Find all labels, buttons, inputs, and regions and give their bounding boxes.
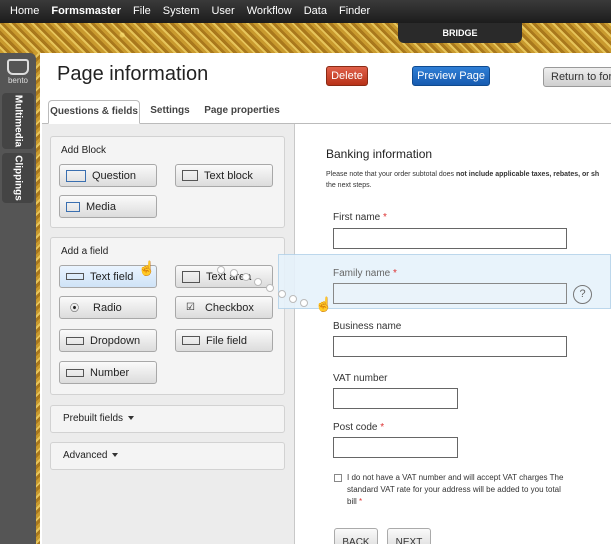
drag-trail-dot [278,290,286,298]
file-field-icon [182,336,200,345]
first-name-label: First name * [333,212,387,223]
media-icon [66,201,80,212]
media-button[interactable]: Media [59,195,157,218]
back-button[interactable]: BACK [334,528,378,544]
menu-system[interactable]: System [157,0,206,23]
side-dock: bento Multimedia Clippings [0,53,36,544]
post-code-label: Post code * [333,422,385,433]
drag-trail-dot [230,269,238,277]
bridge-tab[interactable]: BRIDGE [398,23,522,43]
drag-trail-dot [242,273,250,281]
tab-bar: Questions & fields Settings Page propert… [42,98,611,124]
business-name-field[interactable] [333,336,567,357]
no-vat-checkbox[interactable] [334,474,342,482]
advanced-toggle[interactable]: Advanced [50,442,285,470]
menu-formsmaster[interactable]: Formsmaster [45,0,127,23]
return-to-form-button[interactable]: Return to form [543,67,611,87]
bento-logo-label: bento [7,76,29,85]
add-block-panel: Add Block Question Text block Media [50,136,285,228]
menu-finder[interactable]: Finder [333,0,376,23]
dock-tab-multimedia[interactable]: Multimedia [2,93,34,149]
dropdown-button[interactable]: Dropdown [59,329,157,352]
vat-number-label: VAT number [333,373,388,384]
first-name-field[interactable] [333,228,567,249]
text-field-icon [66,273,84,280]
radio-button[interactable]: ⦿ Radio [59,296,157,319]
checkbox-icon: ☑ [186,302,195,313]
drag-trail-dot [266,284,274,292]
drag-trail-dot [217,266,225,274]
page-title: Page information [57,63,209,85]
number-button[interactable]: Number [59,361,157,384]
checkbox-button[interactable]: ☑ Checkbox [175,296,273,319]
menu-file[interactable]: File [127,0,157,23]
main-panel: Page information Delete Preview Page Ret… [42,53,611,544]
business-name-label: Business name [333,321,402,332]
delete-button[interactable]: Delete [326,66,368,86]
question-button[interactable]: Question [59,164,157,187]
text-area-icon [182,270,200,283]
radio-icon: ⦿ [70,303,80,313]
form-section-title: Banking information [326,147,433,161]
tab-questions-fields[interactable]: Questions & fields [48,100,140,124]
left-sidebar: Add Block Question Text block Media Add … [42,124,295,544]
drag-trail-dot [254,278,262,286]
help-icon[interactable]: ? [573,285,592,304]
tab-settings[interactable]: Settings [146,100,194,124]
prebuilt-fields-toggle[interactable]: Prebuilt fields [50,405,285,433]
vat-number-field[interactable] [333,388,458,409]
hand-cursor-icon: ☝ [315,296,333,312]
add-field-title: Add a field [61,246,109,257]
menu-workflow[interactable]: Workflow [241,0,298,23]
chevron-down-icon [112,453,119,458]
add-block-title: Add Block [61,145,107,156]
family-name-label: Family name * [333,268,397,279]
hand-cursor-icon: ☝ [138,260,156,276]
dock-tab-clippings[interactable]: Clippings [2,153,34,203]
top-menubar: Home Formsmaster File System User Workfl… [0,0,611,23]
dropdown-icon [66,336,84,345]
no-vat-checkbox-label: I do not have a VAT number and will acce… [347,473,564,506]
menu-data[interactable]: Data [298,0,333,23]
add-field-panel: Add a field Text field Text area ⦿ Radio… [50,237,285,395]
menu-user[interactable]: User [205,0,240,23]
text-block-button[interactable]: Text block [175,164,273,187]
chevron-down-icon [128,416,135,421]
next-button[interactable]: NEXT [387,528,431,544]
text-block-icon [182,170,198,181]
post-code-field[interactable] [333,437,458,458]
menu-home[interactable]: Home [4,0,45,23]
tab-page-properties[interactable]: Page properties [204,100,280,124]
drag-trail-dot [300,299,308,307]
file-field-button[interactable]: File field [175,329,273,352]
form-notice: Please note that your order subtotal doe… [326,171,600,189]
preview-page-button[interactable]: Preview Page [412,66,490,86]
bento-logo-icon: bento [4,59,32,89]
question-icon [66,169,86,182]
family-name-field[interactable] [333,283,567,304]
drag-trail-dot [289,295,297,303]
number-icon [66,368,84,377]
